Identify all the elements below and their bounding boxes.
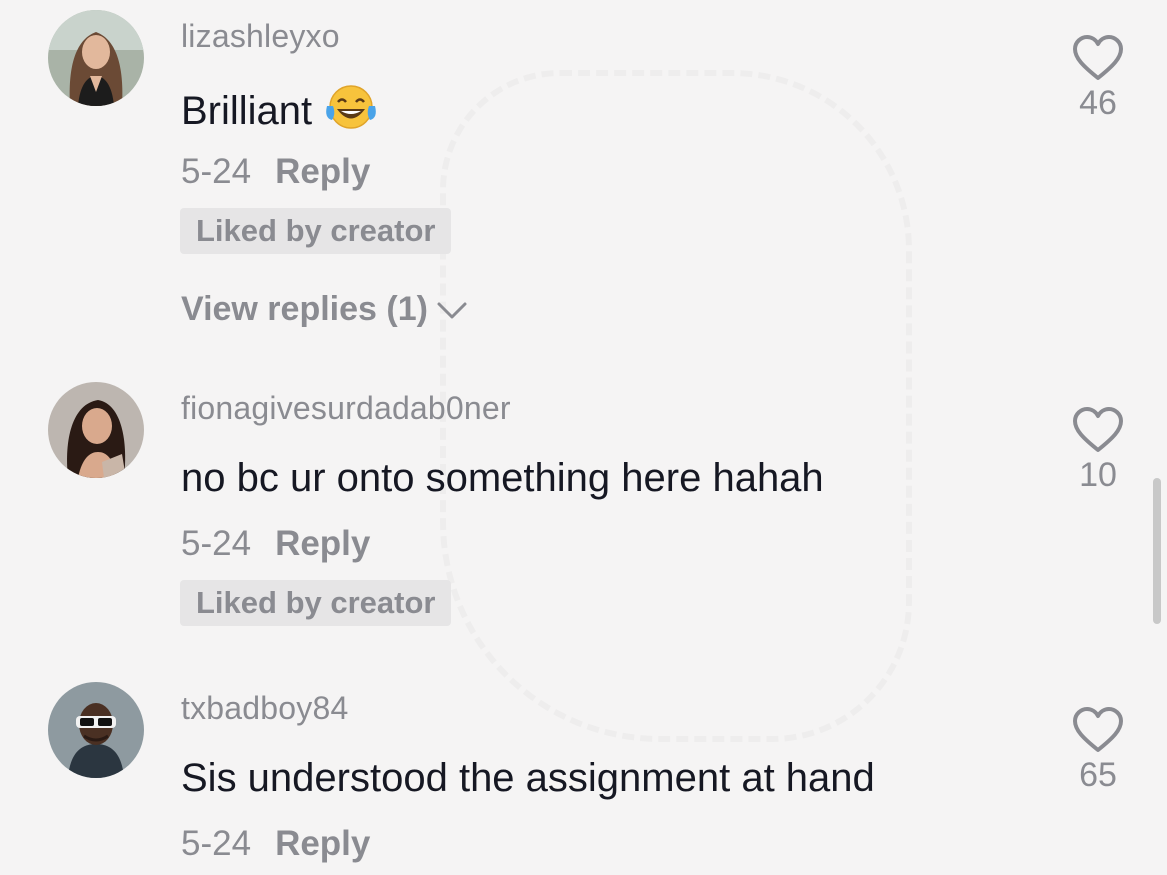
comment-text: no bc ur onto something here hahah bbox=[181, 456, 824, 500]
like-button[interactable]: 10 bbox=[1066, 406, 1130, 495]
heart-outline-icon bbox=[1073, 707, 1123, 752]
avatar[interactable] bbox=[48, 382, 144, 478]
comment-username[interactable]: txbadboy84 bbox=[181, 690, 348, 727]
comment-text: Sis understood the assignment at hand bbox=[181, 756, 875, 800]
comment-username[interactable]: fionagivesurdadab0ner bbox=[181, 390, 511, 427]
like-count: 10 bbox=[1079, 456, 1117, 494]
view-replies-label: View replies (1) bbox=[181, 290, 428, 328]
heart-outline-icon bbox=[1073, 407, 1123, 452]
like-button[interactable]: 65 bbox=[1066, 706, 1130, 795]
liked-by-creator-badge: Liked by creator bbox=[180, 580, 452, 626]
face-with-tears-of-joy-emoji bbox=[324, 84, 378, 140]
chevron-down-icon bbox=[437, 302, 467, 319]
comment-meta: 5-24 Reply bbox=[181, 152, 370, 192]
reply-button[interactable]: Reply bbox=[275, 152, 370, 191]
avatar[interactable] bbox=[48, 682, 144, 778]
reply-button[interactable]: Reply bbox=[275, 524, 370, 563]
heart-outline-icon bbox=[1073, 35, 1123, 80]
reply-button[interactable]: Reply bbox=[275, 824, 370, 863]
comment-username[interactable]: lizashleyxo bbox=[181, 18, 340, 55]
like-button[interactable]: 46 bbox=[1066, 34, 1130, 123]
comment-date: 5-24 bbox=[181, 524, 252, 563]
view-replies-button[interactable]: View replies (1) bbox=[181, 290, 468, 329]
like-count: 46 bbox=[1079, 84, 1117, 122]
comment-text-content: Brilliant bbox=[181, 89, 313, 133]
comment-date: 5-24 bbox=[181, 152, 252, 191]
comment-date: 5-24 bbox=[181, 824, 252, 863]
avatar[interactable] bbox=[48, 10, 144, 106]
like-count: 65 bbox=[1079, 756, 1117, 794]
comment-text: Brilliant bbox=[181, 84, 378, 140]
liked-by-creator-badge: Liked by creator bbox=[180, 208, 452, 254]
comment-meta: 5-24 Reply bbox=[181, 524, 370, 564]
comment-meta: 5-24 Reply bbox=[181, 824, 370, 864]
scrollbar[interactable] bbox=[1153, 478, 1161, 624]
